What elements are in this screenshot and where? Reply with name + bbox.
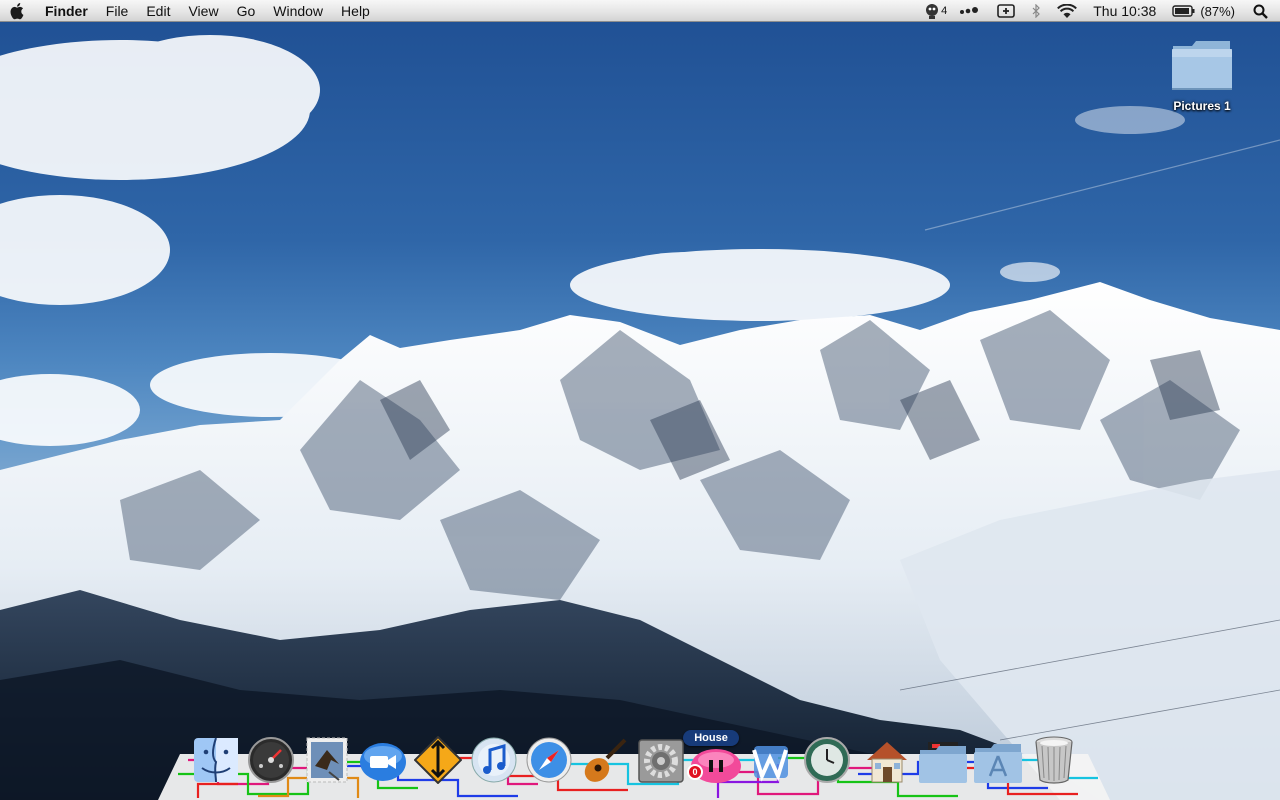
- time-machine-icon: [804, 737, 851, 783]
- dock-item-garageband[interactable]: [577, 728, 633, 784]
- menu-view[interactable]: View: [179, 0, 227, 22]
- battery-percent: (87%): [1200, 3, 1235, 19]
- dock-item-itunes[interactable]: [466, 728, 522, 784]
- folder-stack-icon: [918, 742, 967, 783]
- wifi-icon: [1057, 3, 1078, 18]
- dock-item-system-preferences[interactable]: [633, 728, 689, 784]
- apple-menu-icon[interactable]: [0, 0, 36, 22]
- dashboard-icon: [248, 737, 295, 783]
- desktop-icon-label: Pictures 1: [1173, 99, 1231, 113]
- dock-item-applications-folder[interactable]: [970, 728, 1026, 784]
- desktop-wallpaper: [0, 0, 1280, 800]
- menu-edit[interactable]: Edit: [137, 0, 179, 22]
- menu-help[interactable]: Help: [332, 0, 379, 22]
- spotlight-search-icon: [1253, 4, 1268, 19]
- chat-status-item[interactable]: 4: [916, 0, 951, 22]
- dock-item-safari[interactable]: [522, 728, 578, 784]
- dock-item-dashboard[interactable]: [244, 728, 300, 784]
- dock: [188, 728, 1082, 784]
- dock-item-documents-stack[interactable]: [915, 728, 971, 784]
- chat-count: 4: [941, 5, 948, 17]
- dock-item-mail[interactable]: [299, 728, 355, 784]
- mountain-landscape-image: [0, 35, 1280, 800]
- menu-go[interactable]: Go: [228, 0, 265, 22]
- wifi-status-item[interactable]: [1049, 0, 1085, 22]
- home-icon: [866, 742, 907, 783]
- bluetooth-icon: [1032, 4, 1041, 18]
- dock-item-home-folder[interactable]: [859, 728, 915, 784]
- up-down-arrows-icon: [414, 736, 463, 784]
- menu-app-name[interactable]: Finder: [36, 0, 97, 22]
- gears-icon: [637, 739, 684, 783]
- desktop-folder-pictures-1[interactable]: Pictures 1: [1160, 36, 1244, 115]
- dock-item-word[interactable]: [744, 728, 800, 784]
- compass-icon: [526, 737, 572, 783]
- spotlight-button[interactable]: [1243, 0, 1280, 22]
- video-camera-icon: [359, 743, 406, 781]
- trash-icon: [1035, 736, 1073, 784]
- chat-icon: [926, 4, 939, 19]
- dock-item-trash[interactable]: [1026, 728, 1082, 784]
- dock-item-time-machine[interactable]: [800, 728, 856, 784]
- menu-bar: Finder File Edit View Go Window Help 4 T…: [0, 0, 1280, 22]
- dock-item-transmit[interactable]: [410, 728, 466, 784]
- add-box-icon: [997, 4, 1016, 18]
- music-note-cd-icon: [471, 737, 517, 783]
- house-app-label: House: [683, 730, 739, 746]
- clock[interactable]: Thu 10:38: [1085, 0, 1164, 22]
- dock-item-finder[interactable]: [188, 728, 244, 784]
- w-icon: [751, 746, 788, 782]
- add-box-status-item[interactable]: [989, 0, 1023, 22]
- guitar-icon: [584, 738, 627, 782]
- menu-window[interactable]: Window: [264, 0, 332, 22]
- menu-file[interactable]: File: [97, 0, 138, 22]
- battery-icon: [1172, 5, 1195, 17]
- bluetooth-status-item[interactable]: [1023, 0, 1049, 22]
- sync-status-item[interactable]: [951, 0, 989, 22]
- dock-item-facetime[interactable]: [355, 728, 411, 784]
- sync-dots-icon: [960, 7, 979, 14]
- house-app-badge: 0: [687, 764, 703, 780]
- finder-icon: [193, 737, 238, 783]
- applications-folder-icon: [974, 744, 1023, 783]
- battery-status-item[interactable]: (87%): [1164, 0, 1243, 22]
- mail-stamp-icon: [306, 737, 348, 783]
- folder-icon: [1172, 41, 1232, 90]
